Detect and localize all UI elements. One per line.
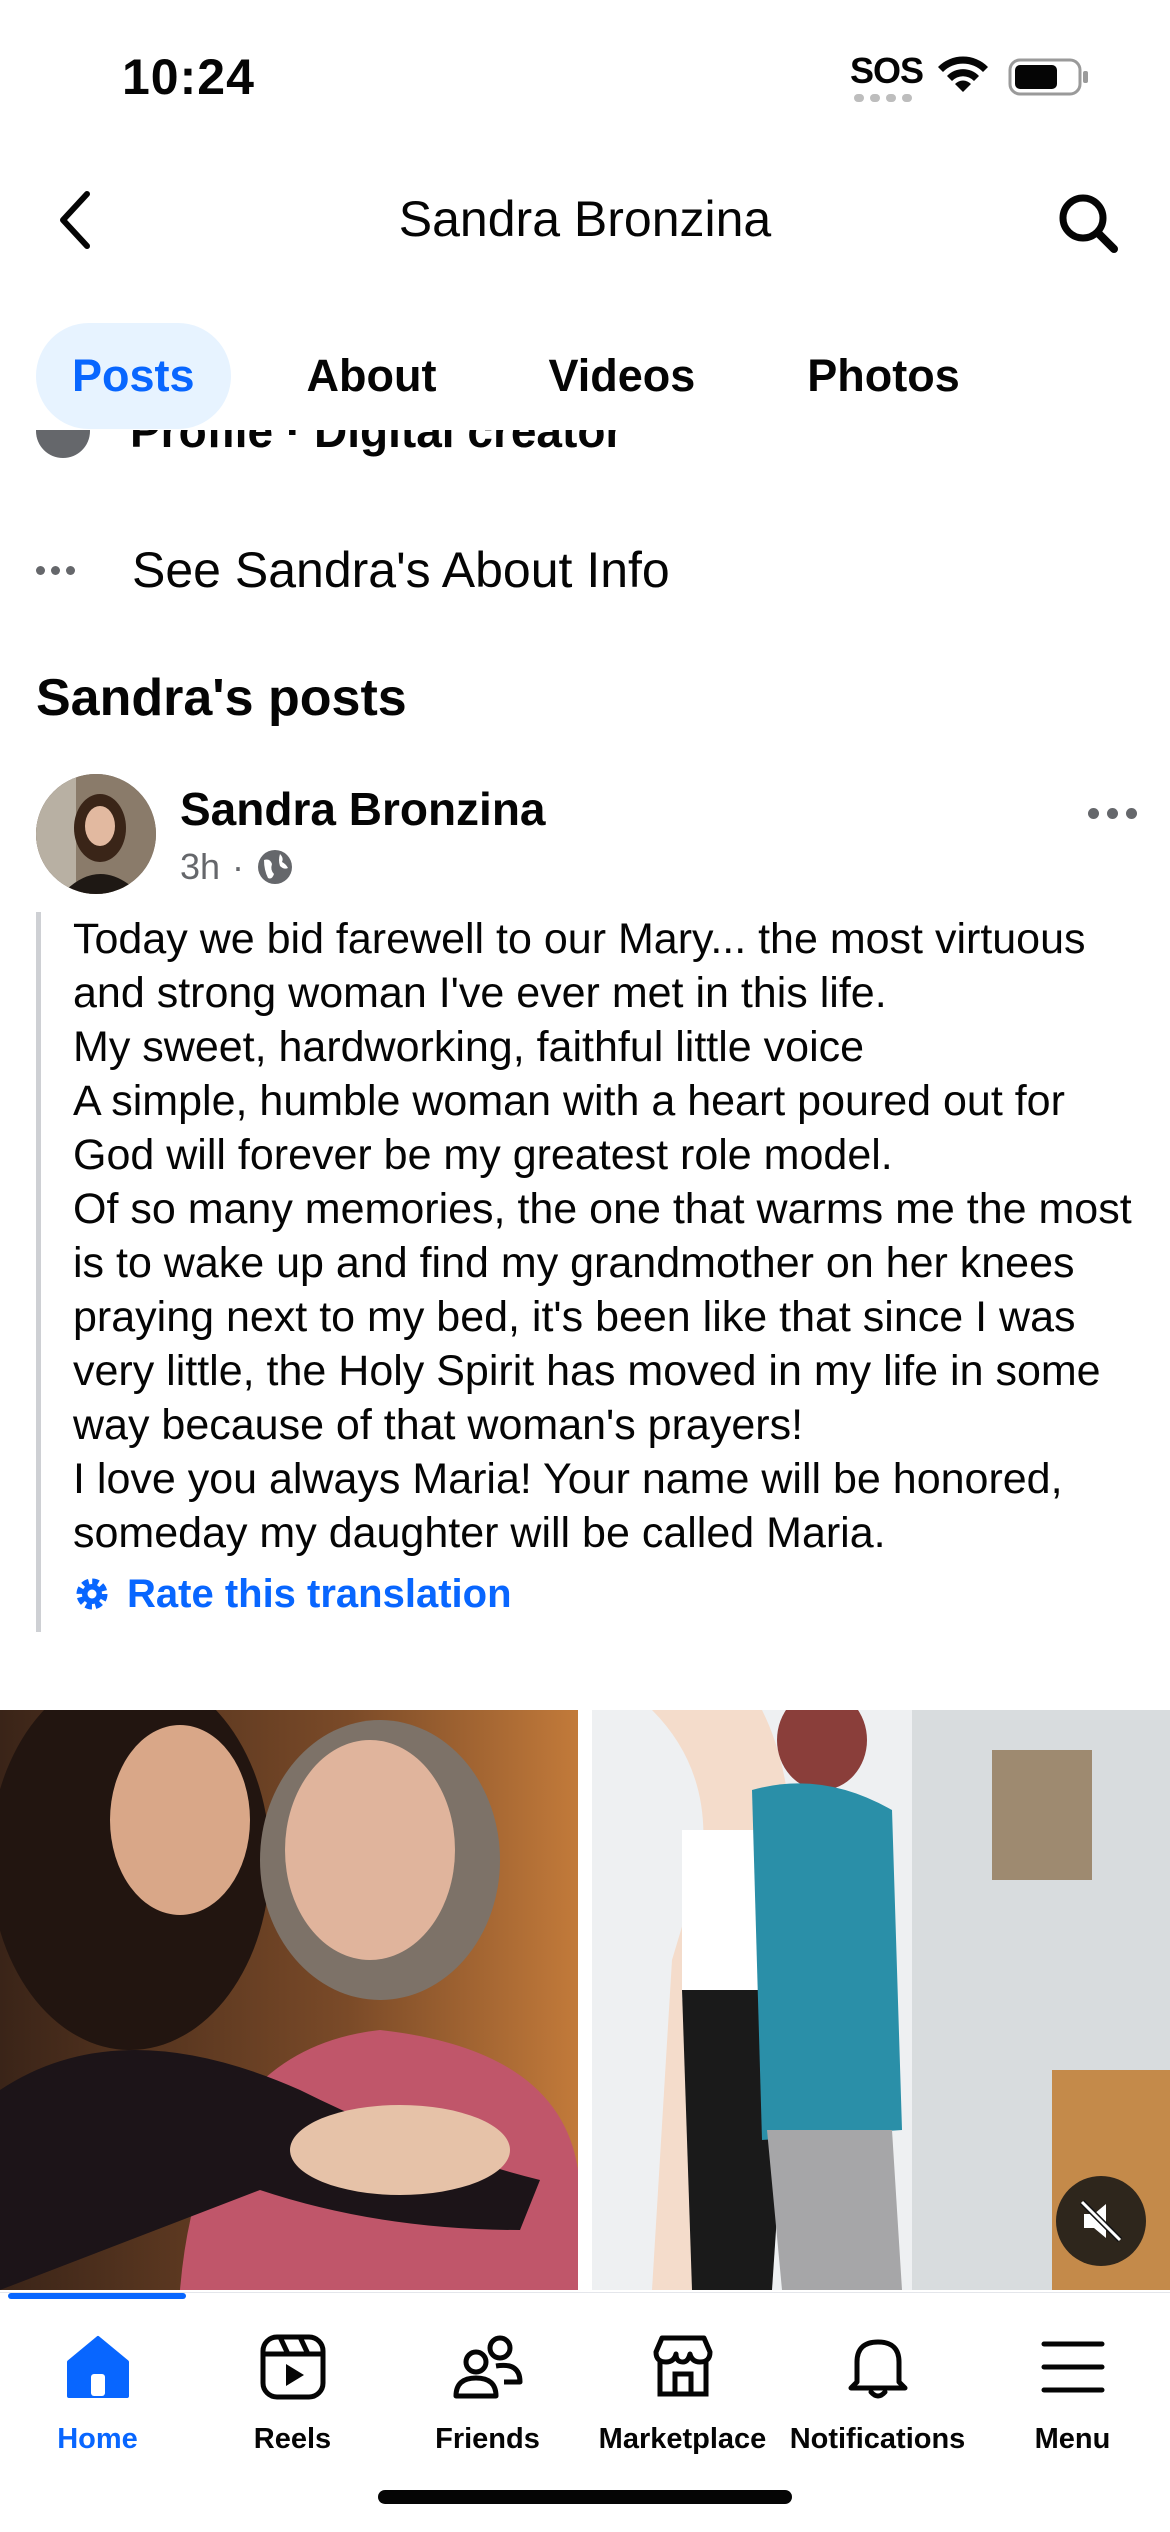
page-title: Sandra Bronzina bbox=[398, 191, 772, 247]
search-icon bbox=[1059, 194, 1118, 253]
post-video-2[interactable] bbox=[592, 1710, 1170, 2290]
home-icon bbox=[60, 2329, 136, 2405]
avatar-photo bbox=[36, 774, 156, 894]
nav-notifications-label: Notifications bbox=[789, 2423, 966, 2455]
post-author[interactable]: Sandra Bronzina bbox=[180, 782, 546, 836]
nav-marketplace-label: Marketplace bbox=[598, 2423, 767, 2455]
intro-category-row: Profile · Digital creator bbox=[36, 430, 1136, 474]
tab-about[interactable]: About bbox=[271, 323, 473, 429]
nav-menu[interactable]: Menu bbox=[975, 2329, 1170, 2456]
post-time: 3h bbox=[180, 846, 221, 887]
profile-tabs: Posts About Videos Photos bbox=[0, 322, 1170, 430]
home-indicator bbox=[378, 2490, 792, 2504]
nav-reels-label: Reels bbox=[253, 2423, 332, 2455]
rate-translation-label: Rate this translation bbox=[127, 1571, 512, 1616]
status-time: 10:24 bbox=[122, 49, 255, 105]
nav-notifications[interactable]: Notifications bbox=[780, 2329, 975, 2456]
intro-category-text: Profile · Digital creator bbox=[130, 430, 624, 457]
see-about-info-link[interactable]: See Sandra's About Info bbox=[36, 530, 670, 610]
muted-speaker-icon bbox=[1079, 2199, 1123, 2243]
tab-videos[interactable]: Videos bbox=[513, 323, 732, 429]
search-button[interactable] bbox=[1050, 185, 1125, 260]
post-meta: 3h · bbox=[180, 846, 294, 888]
post-text-block: Today we bid farewell to our Mary... the… bbox=[36, 912, 1136, 1632]
nav-reels[interactable]: Reels bbox=[195, 2329, 390, 2456]
top-header: Sandra Bronzina bbox=[0, 150, 1170, 290]
bell-icon bbox=[840, 2329, 916, 2405]
nav-friends-label: Friends bbox=[435, 2423, 540, 2455]
photo-grandmother-hug bbox=[0, 1710, 578, 2290]
rate-translation-link[interactable]: Rate this translation bbox=[73, 1566, 1136, 1622]
active-tab-indicator bbox=[8, 2293, 186, 2299]
marketplace-icon bbox=[645, 2329, 721, 2405]
sos-indicator: SOS bbox=[850, 50, 924, 91]
nav-home[interactable]: Home bbox=[0, 2329, 195, 2456]
post-text: Today we bid farewell to our Mary... the… bbox=[73, 915, 1132, 1557]
section-title: Sandra's posts bbox=[36, 669, 407, 727]
menu-icon bbox=[1035, 2329, 1111, 2405]
nav-marketplace[interactable]: Marketplace bbox=[585, 2329, 780, 2456]
avatar[interactable] bbox=[36, 774, 156, 894]
reels-icon bbox=[255, 2329, 331, 2405]
mute-toggle-button[interactable] bbox=[1056, 2176, 1146, 2266]
info-icon bbox=[36, 430, 90, 458]
nav-home-label: Home bbox=[57, 2423, 138, 2455]
globe-icon bbox=[258, 850, 293, 884]
status-bar: 10:24 SOS bbox=[0, 0, 1170, 150]
tab-posts[interactable]: Posts bbox=[36, 323, 231, 429]
nav-menu-label: Menu bbox=[1034, 2423, 1111, 2455]
battery-icon bbox=[1008, 58, 1088, 96]
nav-friends[interactable]: Friends bbox=[390, 2329, 585, 2456]
post-photo-1[interactable] bbox=[0, 1710, 578, 2290]
more-dots-icon bbox=[36, 565, 92, 575]
post-more-button[interactable] bbox=[1078, 798, 1147, 829]
gear-icon bbox=[76, 1578, 108, 1610]
wifi-icon bbox=[938, 56, 988, 92]
see-about-info-label: See Sandra's About Info bbox=[132, 542, 670, 598]
meta-separator: · bbox=[232, 846, 245, 887]
friends-icon bbox=[450, 2329, 526, 2405]
tab-photos[interactable]: Photos bbox=[771, 323, 996, 429]
signal-dots-icon bbox=[854, 94, 914, 102]
